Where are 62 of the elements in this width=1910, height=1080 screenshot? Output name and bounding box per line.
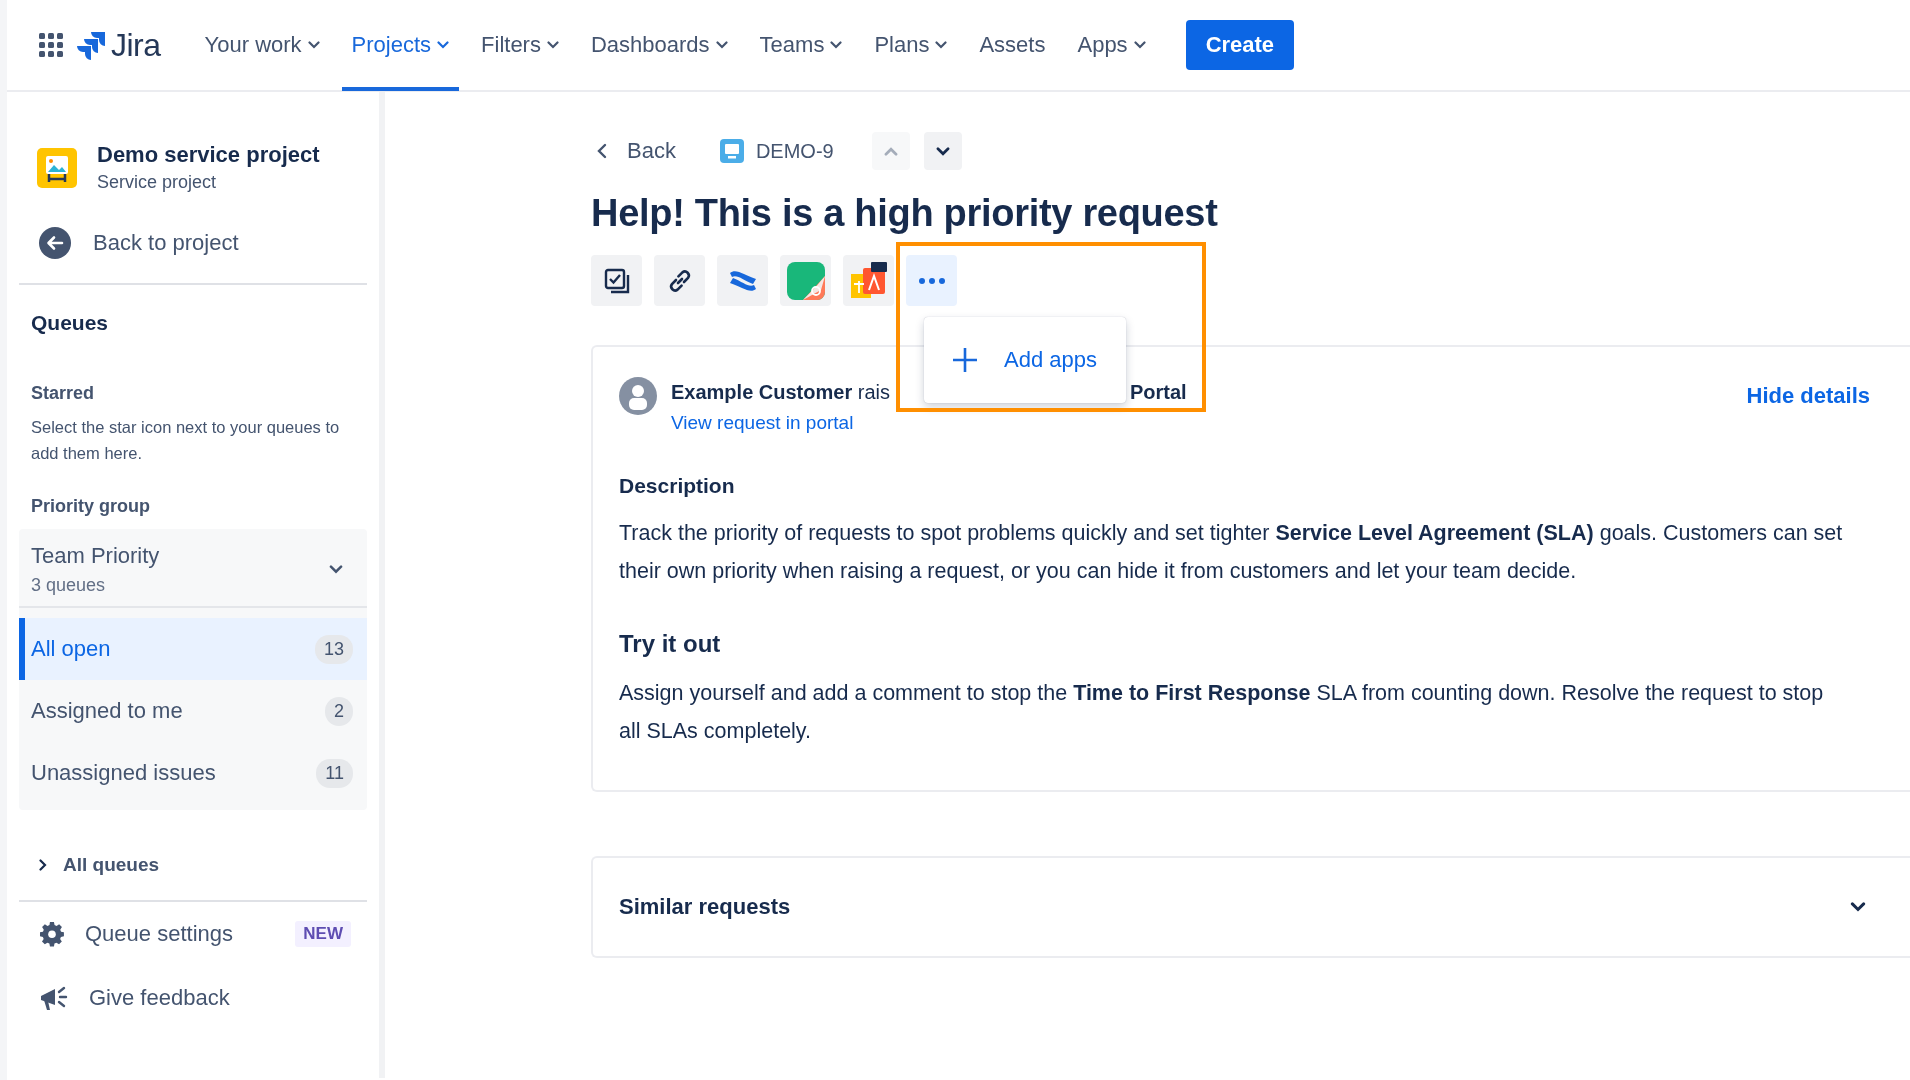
add-apps-menu-item[interactable]: Add apps bbox=[924, 317, 1126, 403]
toolbar-button[interactable] bbox=[654, 255, 705, 306]
nav-tab[interactable]: Your work bbox=[194, 0, 330, 91]
hide-details-link[interactable]: Hide details bbox=[1746, 377, 1870, 409]
toolbar-button[interactable] bbox=[591, 255, 642, 306]
try-it-out-text: Assign yourself and add a comment to stop the Time to First Response SLA from counting down. Resolve the request to stop all SLAs completely. bbox=[619, 680, 1825, 745]
queue-item[interactable]: Unassigned issues 11 bbox=[19, 742, 367, 804]
nav-tab[interactable]: Assets bbox=[969, 0, 1056, 91]
queues-heading: Queues bbox=[30, 310, 110, 335]
nav-tab[interactable]: Apps bbox=[1067, 0, 1156, 91]
project-avatar-icon bbox=[37, 147, 77, 188]
settings-icon bbox=[39, 921, 65, 947]
translate-icon bbox=[848, 261, 889, 300]
new-badge: NEW bbox=[295, 921, 351, 947]
queue-group-toggle[interactable]: Team Priority 3 queues bbox=[19, 529, 367, 608]
channel-text: Portal bbox=[1129, 381, 1187, 404]
megaphone-icon bbox=[39, 984, 69, 1012]
avatar-icon bbox=[619, 377, 657, 415]
similar-requests-panel[interactable]: Similar requests bbox=[591, 856, 1910, 958]
nav-tab[interactable]: Teams bbox=[749, 0, 853, 91]
issue-key-link[interactable]: DEMO-9 bbox=[719, 139, 834, 163]
monitor-icon bbox=[719, 139, 744, 163]
chevron-left-icon bbox=[597, 143, 607, 159]
project-name[interactable]: Demo service project bbox=[97, 142, 320, 168]
app-switcher-icon[interactable] bbox=[39, 33, 63, 57]
back-link[interactable]: Back bbox=[597, 138, 676, 164]
reporter-text: Example Customer rais bbox=[671, 381, 890, 404]
jira-logo-icon bbox=[77, 30, 107, 60]
chevron-down-icon bbox=[935, 146, 950, 156]
sidebar-link[interactable]: Queue settings NEW bbox=[19, 902, 367, 966]
chevron-up-icon bbox=[883, 146, 898, 156]
app-name[interactable]: Jira bbox=[111, 26, 161, 64]
nav-tab[interactable]: Projects bbox=[341, 0, 460, 91]
app-icon bbox=[786, 261, 825, 300]
back-to-project-link[interactable]: Back to project bbox=[19, 193, 367, 259]
issue-title: Help! This is a high priority request bbox=[591, 192, 1219, 235]
toolbar-button[interactable] bbox=[843, 255, 894, 306]
count-badge: 2 bbox=[325, 696, 353, 726]
nav-tab[interactable]: Plans bbox=[864, 0, 958, 91]
view-in-portal-link[interactable]: View request in portal bbox=[671, 412, 1733, 434]
all-queues-toggle[interactable]: All queues bbox=[19, 810, 367, 900]
create-button[interactable]: Create bbox=[1185, 20, 1295, 70]
project-type: Service project bbox=[97, 172, 218, 193]
nav-tab[interactable]: Filters bbox=[471, 0, 569, 91]
plus-icon bbox=[952, 347, 978, 373]
nav-tab[interactable]: Dashboards bbox=[580, 0, 738, 91]
group-heading: Priority group bbox=[30, 495, 151, 517]
count-badge: 13 bbox=[314, 634, 353, 664]
description-heading: Description bbox=[619, 474, 736, 498]
try-it-out-heading: Try it out bbox=[619, 630, 722, 658]
chevron-down-icon bbox=[1850, 902, 1866, 912]
starred-heading: Starred bbox=[30, 382, 96, 404]
queue-item[interactable]: All open 13 bbox=[19, 618, 367, 680]
more-icon bbox=[918, 277, 945, 284]
chevron-right-icon bbox=[39, 859, 47, 871]
description-text: Track the priority of requests to spot problems quickly and set tighter Service Level Agreement (SLA) goals. Customers can set their own priority when raising a request, or you can hide it from customers and let your team decide. bbox=[619, 520, 1844, 585]
starred-hint: Select the star icon next to your queues to add them here. bbox=[30, 417, 341, 464]
next-issue-button[interactable] bbox=[923, 132, 962, 170]
sidebar-link[interactable]: Give feedback bbox=[19, 966, 367, 1030]
checkbox-stack-icon bbox=[602, 266, 631, 295]
count-badge: 11 bbox=[316, 758, 353, 788]
queue-item[interactable]: Assigned to me 2 bbox=[19, 680, 367, 742]
